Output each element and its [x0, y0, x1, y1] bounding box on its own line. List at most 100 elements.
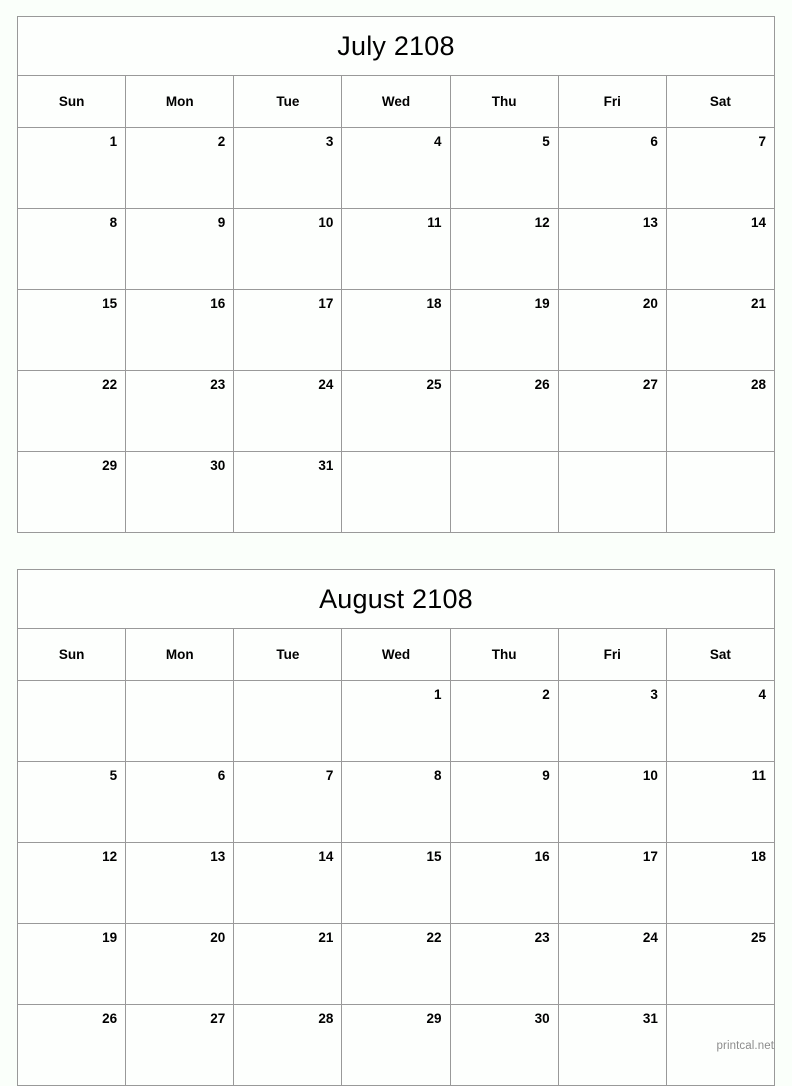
day-cell[interactable]: 29 [341, 1004, 451, 1086]
weekday-header-sat: Sat [665, 75, 776, 128]
day-cell[interactable]: 26 [449, 370, 559, 452]
day-cell[interactable]: 23 [449, 923, 559, 1005]
day-cell-empty [341, 451, 451, 533]
weekday-header-fri: Fri [557, 75, 667, 128]
day-cell[interactable]: 2 [125, 127, 235, 209]
weekday-header-mon: Mon [125, 75, 235, 128]
day-cell[interactable]: 14 [665, 208, 776, 290]
day-cell[interactable]: 16 [125, 289, 235, 371]
day-cell[interactable]: 22 [16, 370, 127, 452]
day-cell[interactable]: 19 [449, 289, 559, 371]
day-cell[interactable]: 22 [341, 923, 451, 1005]
calendar-week-row: 29 30 31 [16, 451, 776, 533]
day-cell[interactable]: 26 [16, 1004, 127, 1086]
calendar-title-cell: July 2108 [17, 16, 775, 76]
day-cell[interactable]: 16 [449, 842, 559, 924]
calendar-week-row: 26 27 28 29 30 31 [16, 1004, 776, 1086]
day-cell[interactable]: 12 [449, 208, 559, 290]
calendar-title-row: August 2108 [17, 569, 775, 629]
day-cell[interactable]: 5 [449, 127, 559, 209]
day-cell[interactable]: 4 [341, 127, 451, 209]
day-cell[interactable]: 17 [557, 842, 667, 924]
day-cell[interactable]: 14 [233, 842, 343, 924]
weekday-header-thu: Thu [449, 628, 559, 681]
day-cell[interactable]: 20 [125, 923, 235, 1005]
day-cell[interactable]: 19 [16, 923, 127, 1005]
day-cell[interactable]: 8 [341, 761, 451, 843]
weekday-header-sun: Sun [16, 628, 127, 681]
day-cell[interactable]: 21 [233, 923, 343, 1005]
day-cell-empty [16, 680, 127, 762]
weekday-header-mon: Mon [125, 628, 235, 681]
day-cell[interactable]: 10 [557, 761, 667, 843]
calendar-title: July 2108 [337, 30, 455, 61]
day-cell[interactable]: 23 [125, 370, 235, 452]
day-cell[interactable]: 31 [233, 451, 343, 533]
day-cell[interactable]: 27 [125, 1004, 235, 1086]
weekday-header-sat: Sat [665, 628, 776, 681]
day-cell[interactable]: 1 [16, 127, 127, 209]
day-cell[interactable]: 3 [557, 680, 667, 762]
weekday-header-thu: Thu [449, 75, 559, 128]
site-watermark: printcal.net [716, 1040, 774, 1052]
day-cell[interactable]: 5 [16, 761, 127, 843]
day-cell[interactable]: 20 [557, 289, 667, 371]
calendar-week-row: 19 20 21 22 23 24 25 [16, 923, 776, 1005]
day-cell[interactable]: 7 [665, 127, 776, 209]
day-cell[interactable]: 11 [341, 208, 451, 290]
day-cell-empty [449, 451, 559, 533]
day-cell[interactable]: 31 [557, 1004, 667, 1086]
day-cell-empty [665, 451, 776, 533]
day-cell[interactable]: 2 [449, 680, 559, 762]
day-cell[interactable]: 6 [125, 761, 235, 843]
day-cell[interactable]: 9 [449, 761, 559, 843]
day-cell[interactable]: 3 [233, 127, 343, 209]
calendar-week-row: 1 2 3 4 [16, 680, 776, 762]
weekday-header-fri: Fri [557, 628, 667, 681]
day-cell[interactable]: 8 [16, 208, 127, 290]
day-cell[interactable]: 30 [449, 1004, 559, 1086]
day-cell[interactable]: 11 [665, 761, 776, 843]
calendar-august: August 2108 Sun Mon Tue Wed Thu Fri Sat … [16, 569, 776, 1086]
weekday-header-wed: Wed [341, 628, 451, 681]
day-cell-empty [557, 451, 667, 533]
day-cell[interactable]: 15 [341, 842, 451, 924]
day-cell[interactable]: 18 [665, 842, 776, 924]
day-cell[interactable]: 30 [125, 451, 235, 533]
weekday-header-wed: Wed [341, 75, 451, 128]
day-cell[interactable]: 18 [341, 289, 451, 371]
day-cell[interactable]: 9 [125, 208, 235, 290]
calendar-week-row: 8 9 10 11 12 13 14 [16, 208, 776, 290]
day-cell[interactable]: 29 [16, 451, 127, 533]
day-cell[interactable]: 24 [233, 370, 343, 452]
day-cell[interactable]: 17 [233, 289, 343, 371]
calendar-page: July 2108 Sun Mon Tue Wed Thu Fri Sat 1 … [0, 0, 792, 1086]
day-cell[interactable]: 27 [557, 370, 667, 452]
weekday-header-row: Sun Mon Tue Wed Thu Fri Sat [16, 75, 776, 128]
day-cell[interactable]: 10 [233, 208, 343, 290]
calendar-week-row: 15 16 17 18 19 20 21 [16, 289, 776, 371]
day-cell[interactable]: 25 [341, 370, 451, 452]
day-cell-empty [125, 680, 235, 762]
day-cell[interactable]: 7 [233, 761, 343, 843]
calendar-week-row: 5 6 7 8 9 10 11 [16, 761, 776, 843]
day-cell-empty [233, 680, 343, 762]
day-cell[interactable]: 6 [557, 127, 667, 209]
day-cell[interactable]: 1 [341, 680, 451, 762]
day-cell[interactable]: 4 [665, 680, 776, 762]
weekday-header-sun: Sun [16, 75, 127, 128]
day-cell[interactable]: 15 [16, 289, 127, 371]
day-cell[interactable]: 25 [665, 923, 776, 1005]
calendar-title-row: July 2108 [17, 16, 775, 76]
day-cell[interactable]: 28 [233, 1004, 343, 1086]
day-cell[interactable]: 12 [16, 842, 127, 924]
day-cell[interactable]: 13 [125, 842, 235, 924]
weekday-header-tue: Tue [233, 75, 343, 128]
day-cell[interactable]: 24 [557, 923, 667, 1005]
day-cell[interactable]: 21 [665, 289, 776, 371]
weekday-header-row: Sun Mon Tue Wed Thu Fri Sat [16, 628, 776, 681]
day-cell[interactable]: 13 [557, 208, 667, 290]
calendar-title: August 2108 [319, 583, 473, 614]
calendar-week-row: 12 13 14 15 16 17 18 [16, 842, 776, 924]
day-cell[interactable]: 28 [665, 370, 776, 452]
